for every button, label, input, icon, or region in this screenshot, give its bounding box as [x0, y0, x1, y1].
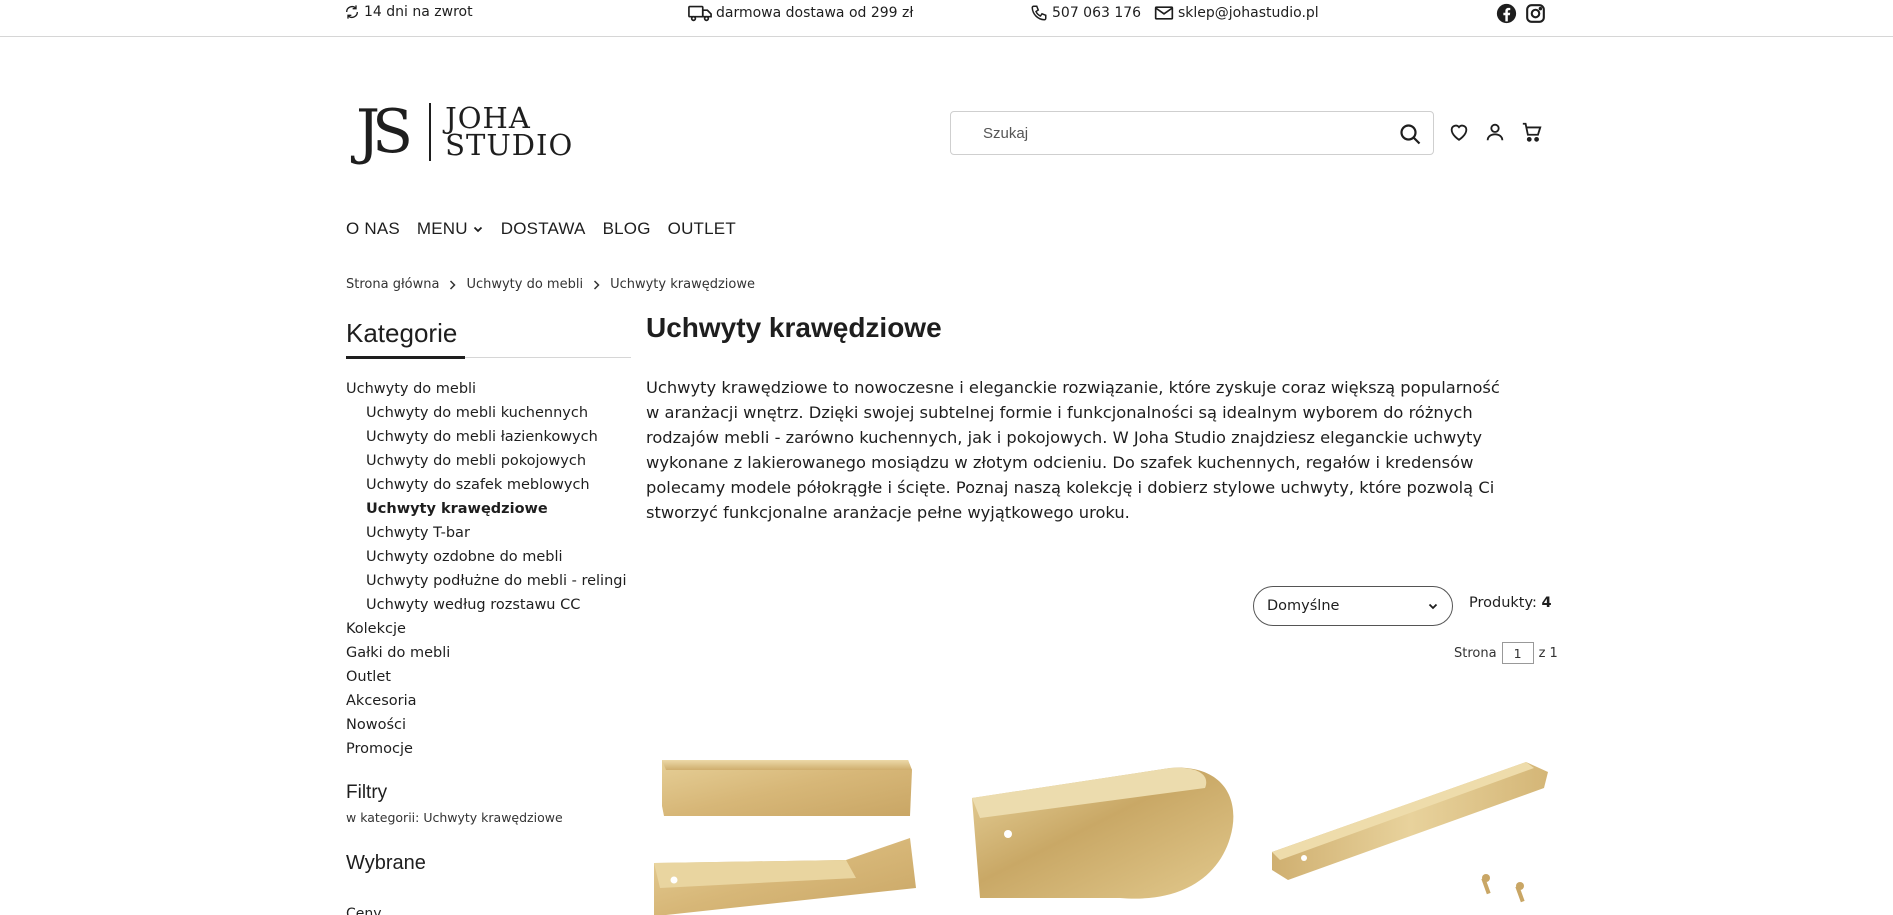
product-count-value: 4 [1541, 595, 1552, 611]
product-count: Produkty: 4 [1469, 595, 1552, 611]
search-icon[interactable] [1398, 122, 1422, 146]
social-links [1496, 3, 1546, 24]
filters-subtitle: w kategorii: Uchwyty krawędziowe [346, 810, 563, 825]
shipping-text: darmowa dostawa od 299 zł [716, 5, 914, 21]
site-logo[interactable]: JS JOHA STUDIO [356, 100, 588, 164]
subcategory-item[interactable]: Uchwyty według rozstawu CC [346, 593, 631, 617]
nav-about-label: O NAS [346, 219, 400, 238]
subcategory-item[interactable]: Uchwyty do szafek meblowych [346, 473, 631, 497]
search-input[interactable] [951, 113, 1371, 153]
subcategory-item[interactable]: Uchwyty podłużne do mebli - relingi [346, 569, 631, 593]
category-description: Uchwyty krawędziowe to nowoczesne i eleg… [646, 378, 1500, 522]
page-label: Strona [1454, 645, 1497, 661]
logo-mark: JS [356, 97, 413, 167]
header-actions [1448, 121, 1544, 143]
product-image [1272, 762, 1548, 903]
category-list: Uchwyty do mebli Uchwyty do mebli kuchen… [346, 377, 631, 761]
nav-delivery-label: DOSTAWA [500, 219, 586, 238]
category-item[interactable]: Promocje [346, 737, 631, 761]
category-sidebar: Kategorie Uchwyty do mebli Uchwyty do me… [346, 318, 631, 761]
chevron-down-icon [473, 226, 482, 233]
nav-outlet-label: OUTLET [667, 219, 736, 238]
breadcrumb: Strona główna Uchwyty do mebli Uchwyty k… [346, 277, 755, 292]
nav-outlet[interactable]: OUTLET [668, 219, 736, 239]
returns-info: 14 dni na zwrot [344, 4, 473, 20]
phone-icon [1031, 5, 1047, 21]
page-number-input[interactable] [1501, 642, 1534, 664]
sidebar-title-underline [346, 356, 631, 359]
subcategory-item[interactable]: Uchwyty ozdobne do mebli [346, 545, 631, 569]
category-item[interactable]: Uchwyty do mebli [346, 377, 631, 401]
product-card[interactable] [646, 728, 936, 915]
truck-icon [688, 5, 712, 22]
nav-menu[interactable]: MENU [417, 219, 484, 239]
chevron-down-icon [1428, 603, 1438, 610]
nav-menu-label: MENU [416, 219, 468, 238]
nav-blog[interactable]: BLOG [603, 219, 651, 239]
sort-selected-value: Domyślne [1267, 598, 1340, 614]
facebook-icon[interactable] [1496, 3, 1517, 24]
user-icon[interactable] [1484, 121, 1506, 143]
page-total: z 1 [1538, 645, 1558, 661]
mail-icon [1154, 6, 1174, 20]
cart-icon[interactable] [1520, 121, 1544, 143]
subcategory-item-active[interactable]: Uchwyty krawędziowe [346, 497, 631, 521]
product-card[interactable] [960, 728, 1250, 915]
selected-filters-title: Wybrane [346, 852, 426, 874]
subcategory-item[interactable]: Uchwyty do mebli łazienkowych [346, 425, 631, 449]
filter-section-label: Ceny [346, 906, 382, 915]
heart-icon[interactable] [1448, 121, 1470, 143]
sidebar-title: Kategorie [346, 318, 458, 348]
email-text: sklep@johastudio.pl [1178, 5, 1319, 21]
category-item[interactable]: Outlet [346, 665, 631, 689]
product-image [972, 767, 1234, 908]
breadcrumb-home[interactable]: Strona główna [346, 277, 439, 292]
logo-name-line2: STUDIO [445, 128, 574, 162]
product-image [654, 760, 916, 915]
breadcrumb-category[interactable]: Uchwyty do mebli [466, 277, 583, 292]
refresh-icon [346, 5, 358, 19]
logo-divider [429, 103, 432, 161]
breadcrumb-current: Uchwyty krawędziowe [610, 277, 755, 292]
page-title: Uchwyty krawędziowe [646, 312, 942, 343]
category-item[interactable]: Kolekcje [346, 617, 631, 641]
top-info-bar: 14 dni na zwrot darmowa dostawa od 299 z… [0, 0, 1893, 37]
chevron-right-icon [594, 279, 600, 290]
phone-link[interactable]: 507 063 176 [1030, 4, 1141, 22]
filters-title: Filtry [346, 782, 388, 803]
category-item[interactable]: Akcesoria [346, 689, 631, 713]
search-box [950, 111, 1434, 155]
subcategory-item[interactable]: Uchwyty do mebli pokojowych [346, 449, 631, 473]
logo-name: JOHA STUDIO [445, 104, 574, 162]
pagination: Strona z 1 [1454, 642, 1558, 664]
returns-text: 14 dni na zwrot [364, 4, 473, 20]
subcategory-item[interactable]: Uchwyty T-bar [346, 521, 631, 545]
subcategory-item[interactable]: Uchwyty do mebli kuchennych [346, 401, 631, 425]
product-card[interactable] [1258, 728, 1548, 915]
nav-about[interactable]: O NAS [346, 219, 400, 239]
email-link[interactable]: sklep@johastudio.pl [1154, 4, 1319, 22]
sort-select[interactable]: Domyślne [1253, 586, 1453, 626]
instagram-icon[interactable] [1525, 3, 1546, 24]
product-count-label: Produkty: [1469, 595, 1537, 611]
category-item[interactable]: Nowości [346, 713, 631, 737]
nav-blog-label: BLOG [602, 219, 651, 238]
nav-delivery[interactable]: DOSTAWA [501, 219, 586, 239]
shipping-info: darmowa dostawa od 299 zł [688, 4, 913, 22]
phone-text: 507 063 176 [1052, 5, 1142, 21]
chevron-right-icon [450, 279, 456, 290]
main-nav: O NAS MENU DOSTAWA BLOG OUTLET [346, 219, 736, 239]
category-item[interactable]: Gałki do mebli [346, 641, 631, 665]
